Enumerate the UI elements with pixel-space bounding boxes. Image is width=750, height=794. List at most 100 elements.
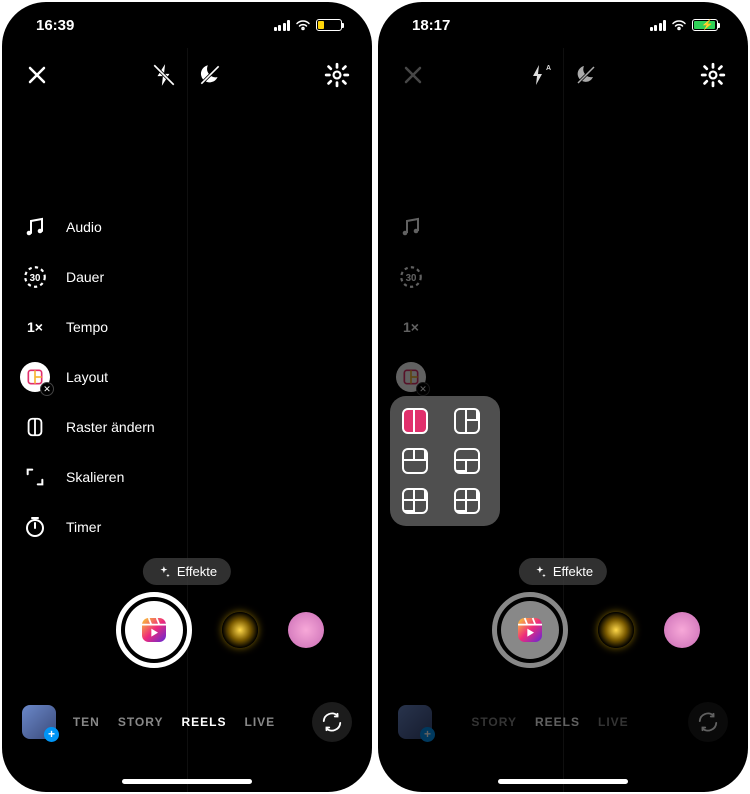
mode-item[interactable]: LIVE <box>245 715 276 729</box>
effects-label: Effekte <box>177 564 217 579</box>
shutter-button[interactable] <box>492 592 568 668</box>
battery-charging-icon: ⚡ <box>692 19 718 31</box>
tool-label: Audio <box>66 219 102 235</box>
tool-duration[interactable]: 30 Dauer <box>20 262 155 292</box>
tool-tempo[interactable]: 1× Tempo <box>20 312 155 342</box>
tool-tempo: 1× <box>396 312 426 342</box>
phone-left: 16:39 <box>2 2 372 792</box>
status-bar: 18:17 ⚡ <box>378 2 748 48</box>
tool-label: Raster ändern <box>66 419 155 435</box>
home-indicator[interactable] <box>122 779 252 784</box>
side-tools-dimmed: 30 1× ✕ <box>396 212 426 392</box>
close-button[interactable] <box>24 62 50 88</box>
layout-option-4[interactable] <box>402 488 428 514</box>
camera-divider <box>187 48 188 792</box>
bottom-bar: + STORY REELS LIVE <box>378 702 748 742</box>
tool-label: Dauer <box>66 269 104 285</box>
tool-raster[interactable]: Raster ändern <box>20 412 155 442</box>
plus-badge: + <box>44 727 59 742</box>
tool-layout: ✕ <box>396 362 426 392</box>
cellular-icon <box>650 20 667 31</box>
wifi-icon <box>671 19 687 31</box>
wifi-icon <box>295 19 311 31</box>
layout-icon: ✕ <box>20 362 50 392</box>
camera-flip-button[interactable] <box>688 702 728 742</box>
status-indicators: ⚡ <box>650 19 719 31</box>
duration-icon: 30 <box>20 262 50 292</box>
status-time: 18:17 <box>412 17 450 34</box>
mode-selector[interactable]: TEN STORY REELS LIVE <box>60 715 288 729</box>
tool-audio <box>396 212 426 242</box>
effects-button[interactable]: Effekte <box>519 558 607 585</box>
night-mode-icon[interactable] <box>197 62 223 88</box>
status-time: 16:39 <box>36 17 74 34</box>
timer-icon <box>20 512 50 542</box>
layout-option-2-1[interactable] <box>402 448 428 474</box>
tool-label: Timer <box>66 519 101 535</box>
effect-glitter[interactable] <box>288 612 324 648</box>
duration-icon: 30 <box>396 262 426 292</box>
mode-item-active[interactable]: REELS <box>182 715 227 729</box>
close-badge: ✕ <box>416 382 430 396</box>
bottom-bar: + TEN STORY REELS LIVE <box>2 702 372 742</box>
mode-item[interactable]: STORY <box>118 715 164 729</box>
settings-button[interactable] <box>700 62 726 88</box>
grid-icon <box>20 412 50 442</box>
close-button[interactable] <box>400 62 426 88</box>
side-tools: Audio 30 Dauer 1× Tempo ✕ Layout Raster … <box>20 212 155 542</box>
tool-layout[interactable]: ✕ Layout <box>20 362 155 392</box>
effect-sparkle[interactable] <box>598 612 634 648</box>
battery-icon <box>316 19 342 31</box>
mode-item[interactable]: LIVE <box>598 715 629 729</box>
layout-option-1-2[interactable] <box>454 408 480 434</box>
mode-item-active[interactable]: REELS <box>535 715 580 729</box>
tool-label: Tempo <box>66 319 108 335</box>
layout-icon: ✕ <box>396 362 426 392</box>
night-mode-icon[interactable] <box>573 62 599 88</box>
tool-label: Skalieren <box>66 469 124 485</box>
layout-popover <box>390 396 500 526</box>
effects-label: Effekte <box>553 564 593 579</box>
mode-item[interactable]: STORY <box>471 715 517 729</box>
sparkle-icon <box>157 565 171 579</box>
flash-auto-icon[interactable]: A <box>527 62 553 88</box>
music-icon <box>396 212 426 242</box>
flash-off-icon[interactable] <box>151 62 177 88</box>
effects-button[interactable]: Effekte <box>143 558 231 585</box>
gallery-thumbnail[interactable]: + <box>398 705 432 739</box>
camera-divider <box>563 48 564 792</box>
svg-text:30: 30 <box>30 273 41 284</box>
plus-badge: + <box>420 727 435 742</box>
svg-text:A: A <box>546 65 551 72</box>
camera-flip-button[interactable] <box>312 702 352 742</box>
status-bar: 16:39 <box>2 2 372 48</box>
svg-text:30: 30 <box>406 273 417 284</box>
reels-icon <box>501 601 559 659</box>
mode-item[interactable]: TEN <box>73 715 100 729</box>
tempo-icon: 1× <box>396 312 426 342</box>
shutter-button[interactable] <box>116 592 192 668</box>
tempo-icon: 1× <box>20 312 50 342</box>
shutter-row <box>2 592 372 668</box>
layout-option-2col[interactable] <box>402 408 428 434</box>
layout-option-1-2h[interactable] <box>454 448 480 474</box>
settings-button[interactable] <box>324 62 350 88</box>
tool-duration: 30 <box>396 262 426 292</box>
home-indicator[interactable] <box>498 779 628 784</box>
mode-selector[interactable]: STORY REELS LIVE <box>436 715 664 729</box>
effect-glitter[interactable] <box>664 612 700 648</box>
tool-label: Layout <box>66 369 108 385</box>
close-badge: ✕ <box>40 382 54 396</box>
layout-option-4b[interactable] <box>454 488 480 514</box>
tool-timer[interactable]: Timer <box>20 512 155 542</box>
tool-audio[interactable]: Audio <box>20 212 155 242</box>
gallery-thumbnail[interactable]: + <box>22 705 56 739</box>
scale-icon <box>20 462 50 492</box>
shutter-row <box>378 592 748 668</box>
effect-sparkle[interactable] <box>222 612 258 648</box>
sparkle-icon <box>533 565 547 579</box>
tool-scale[interactable]: Skalieren <box>20 462 155 492</box>
cellular-icon <box>274 20 291 31</box>
phone-right: 18:17 ⚡ A <box>378 2 748 792</box>
status-indicators <box>274 19 343 31</box>
